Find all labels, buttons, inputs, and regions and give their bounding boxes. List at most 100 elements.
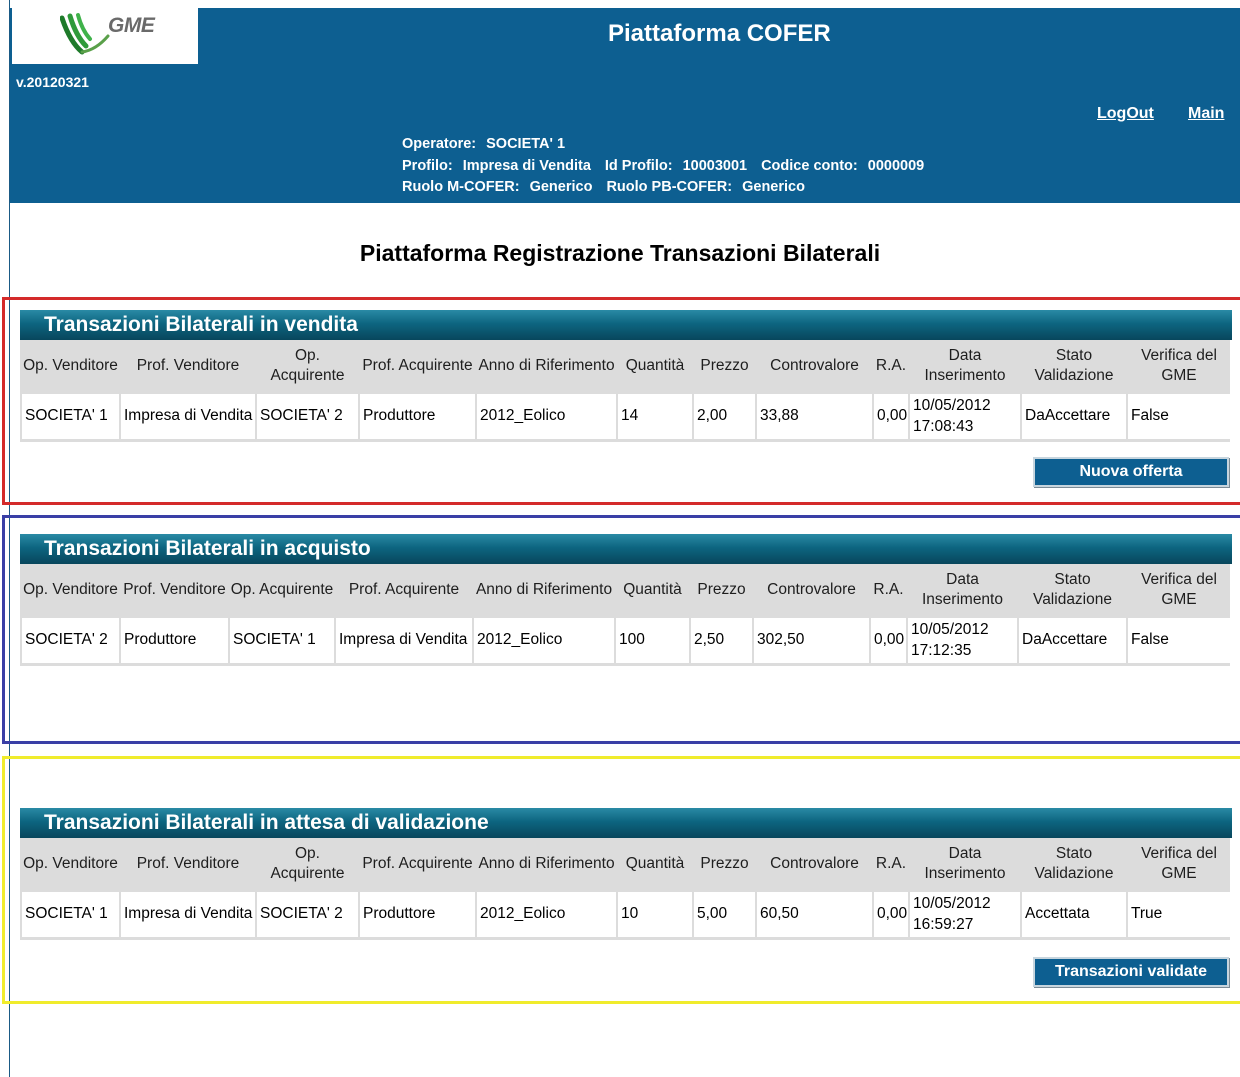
cell-anno-riferimento: 2012_Eolico (477, 394, 616, 439)
header-op-acquirente: Op. Acquirente (270, 844, 345, 883)
header-anno-riferimento: Anno di Riferimento (478, 356, 615, 374)
operatore-label: Operatore: (402, 136, 477, 152)
transactions-table: Op. Venditore SOCIETA' 1 Prof. Venditore Im… (20, 838, 1230, 940)
header-stato-validazione: Stato Validazione (1034, 346, 1114, 385)
id-profilo-label: Id Profilo: (604, 157, 673, 174)
header-prof-acquirente: Prof. Acquirente (362, 854, 473, 872)
codice-conto-value: 0000009 (867, 157, 925, 174)
header-controvalore: Controvalore (767, 580, 856, 598)
header-ra: R.A. (875, 356, 907, 374)
cell-prof-venditore: Impresa di Vendita (121, 394, 255, 439)
cell-quantita: 100 (616, 618, 689, 663)
role-line: Ruolo M-COFER: Generico Ruolo PB-COFER: Gen… (402, 177, 924, 199)
header-ra: R.A. (873, 580, 904, 598)
header-quantita: Quantità (623, 580, 682, 598)
cell-ra: 0,00 (871, 618, 906, 663)
cell-prof-acquirente: Produttore (360, 892, 475, 937)
cell-quantita: 10 (618, 892, 692, 937)
header-anno-riferimento: Anno di Riferimento (478, 854, 615, 872)
operator-info: Operatore: SOCIETA' 1 Profilo: Impresa di … (402, 134, 924, 199)
section-title: Transazioni Bilaterali in acquisto (20, 534, 1232, 564)
version-label: v.20120321 (16, 74, 89, 90)
page-title: Piattaforma Registrazione Transazioni Bi… (359, 240, 881, 266)
header-ra: R.A. (875, 854, 907, 872)
header-prof-acquirente: Prof. Acquirente (362, 356, 473, 374)
main-link[interactable]: Main (1188, 105, 1224, 123)
header-stato-validazione: Stato Validazione (1034, 844, 1114, 883)
profile-line: Profilo: Impresa di Vendita Id Profilo: 100… (402, 156, 924, 178)
header-op-venditore: Op. Venditore (23, 356, 118, 374)
cell-data-inserimento: 10/05/2012 17:08:43 (910, 394, 1020, 439)
cell-op-venditore: SOCIETA' 1 (22, 394, 119, 439)
app-header: GME v.20120321 Piattaforma COFER LogOut … (10, 8, 1240, 203)
header-prof-venditore: Prof. Venditore (136, 356, 240, 374)
cell-ra: 0,00 (874, 892, 908, 937)
cell-prof-acquirente: Impresa di Vendita (336, 618, 472, 663)
cell-anno-riferimento: 2012_Eolico (474, 618, 614, 663)
transactions-table: Op. Venditore SOCIETA' 1 Prof. Venditore Im… (20, 340, 1230, 442)
cell-op-acquirente: SOCIETA' 1 (230, 618, 334, 663)
cell-data-inserimento: 10/05/2012 16:59:27 (910, 892, 1020, 937)
transactions-table: Op. Venditore SOCIETA' 2 Prof. Venditore Pr… (20, 564, 1230, 666)
header-prezzo: Prezzo (700, 854, 749, 872)
cell-prezzo: 2,50 (691, 618, 752, 663)
header-verifica-gme: Verifica del GME (1141, 844, 1217, 883)
cell-controvalore: 302,50 (754, 618, 869, 663)
ruolo-pbcofer-label: Ruolo PB-COFER: (606, 179, 733, 195)
header-prezzo: Prezzo (697, 580, 746, 598)
header-stato-validazione: Stato Validazione (1033, 570, 1112, 609)
transazioni-validate-button[interactable]: Transazioni validate (1033, 957, 1229, 987)
header-controvalore: Controvalore (770, 854, 859, 872)
section-title: Transazioni Bilaterali in attesa di vali… (20, 808, 1232, 838)
app-title: Piattaforma COFER (608, 20, 831, 47)
cell-verifica-gme: True (1128, 892, 1230, 937)
cell-prof-venditore: Impresa di Vendita (121, 892, 255, 937)
header-data-inserimento: Data Inserimento (924, 346, 1006, 385)
id-profilo-value: 10003001 (682, 157, 748, 174)
profilo-label: Profilo: (402, 157, 453, 174)
cell-ra: 0,00 (874, 394, 908, 439)
logout-link[interactable]: LogOut (1097, 105, 1154, 123)
logo-text: GME (108, 14, 155, 37)
cell-prof-venditore: Produttore (121, 618, 228, 663)
section-title: Transazioni Bilaterali in vendita (20, 310, 1232, 340)
operator-line: Operatore: SOCIETA' 1 (402, 134, 924, 156)
cell-stato-validazione: DaAccettare (1022, 394, 1126, 439)
cell-prezzo: 5,00 (694, 892, 755, 937)
cell-op-acquirente: SOCIETA' 2 (257, 394, 358, 439)
cell-prof-acquirente: Produttore (360, 394, 475, 439)
cell-verifica-gme: False (1128, 394, 1230, 439)
cell-op-venditore: SOCIETA' 1 (22, 892, 119, 937)
ruolo-pbcofer-value: Generico (742, 179, 805, 195)
header-prof-acquirente: Prof. Acquirente (348, 580, 460, 598)
cell-op-acquirente: SOCIETA' 2 (257, 892, 358, 937)
operatore-value: SOCIETA' 1 (486, 136, 566, 152)
section-vendita: Transazioni Bilaterali in vendita Op. Ve… (20, 310, 1232, 442)
cell-stato-validazione: DaAccettare (1019, 618, 1126, 663)
header-quantita: Quantità (625, 854, 685, 872)
cell-controvalore: 33,88 (757, 394, 872, 439)
header-op-venditore: Op. Venditore (23, 580, 118, 598)
cell-stato-validazione: Accettata (1022, 892, 1126, 937)
header-quantita: Quantità (625, 356, 685, 374)
cell-controvalore: 60,50 (757, 892, 872, 937)
ruolo-mcofer-label: Ruolo M-COFER: (402, 179, 520, 195)
header-prof-venditore: Prof. Venditore (136, 854, 240, 872)
section-acquisto: Transazioni Bilaterali in acquisto Op. V… (20, 534, 1232, 666)
header-op-acquirente: Op. Acquirente (270, 346, 345, 385)
cell-op-venditore: SOCIETA' 2 (22, 618, 119, 663)
nuova-offerta-button[interactable]: Nuova offerta (1033, 457, 1229, 487)
gme-logo-icon (60, 13, 110, 55)
header-verifica-gme: Verifica del GME (1141, 346, 1217, 385)
gme-logo: GME (12, 8, 198, 64)
header-data-inserimento: Data Inserimento (924, 844, 1006, 883)
header-prof-venditore: Prof. Venditore (123, 580, 226, 598)
header-data-inserimento: Data Inserimento (922, 570, 1003, 609)
cell-prezzo: 2,00 (694, 394, 755, 439)
cell-quantita: 14 (618, 394, 692, 439)
cell-anno-riferimento: 2012_Eolico (477, 892, 616, 937)
header-op-acquirente: Op. Acquirente (230, 580, 334, 598)
ruolo-mcofer-value: Generico (529, 179, 593, 195)
codice-conto-label: Codice conto: (761, 157, 858, 174)
header-op-venditore: Op. Venditore (23, 854, 118, 872)
